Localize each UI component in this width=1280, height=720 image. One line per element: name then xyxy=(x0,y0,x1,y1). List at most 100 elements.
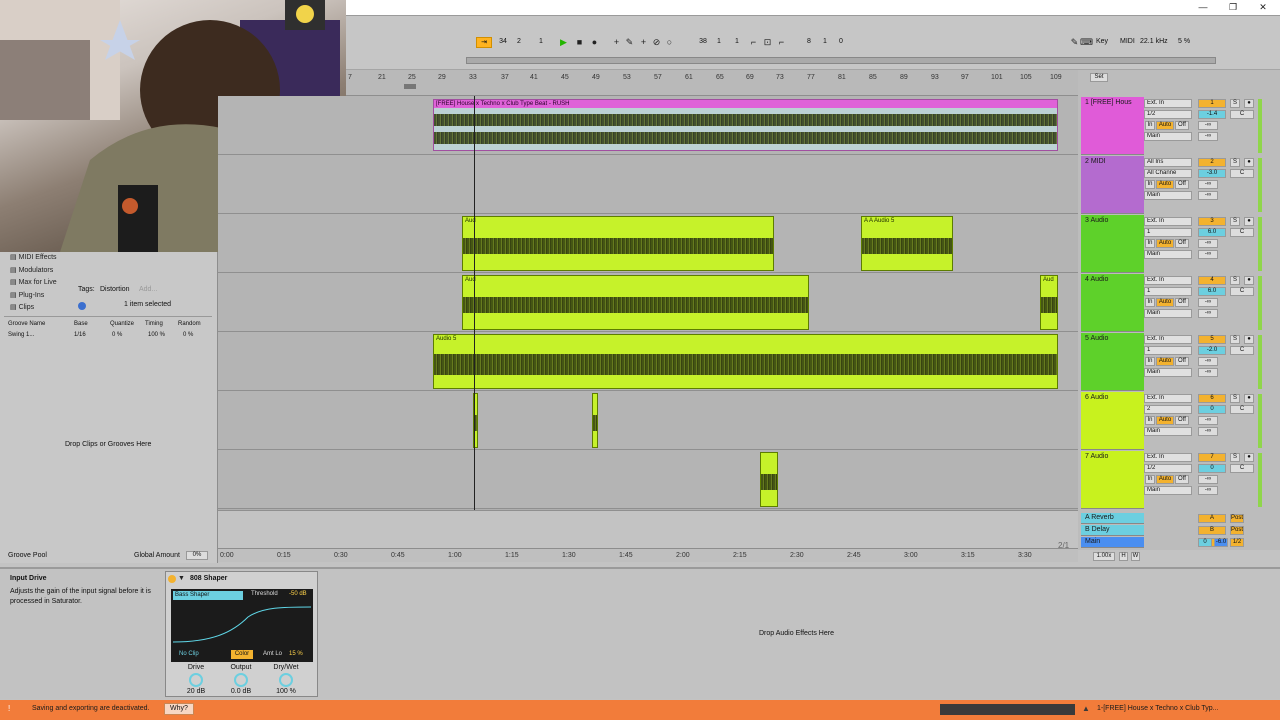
monitor-auto[interactable]: Auto xyxy=(1156,180,1174,189)
send-b-value[interactable]: -∞ xyxy=(1198,309,1218,318)
collapse-icon[interactable]: ▼ xyxy=(178,575,185,582)
monitor-in[interactable]: In xyxy=(1145,121,1155,130)
track-name[interactable]: 1 [FREE] Hous xyxy=(1081,97,1144,106)
post-toggle[interactable]: 1/2 xyxy=(1230,538,1244,547)
track-activator[interactable]: 5 xyxy=(1198,335,1226,344)
amt-value[interactable]: 15 % xyxy=(289,651,303,657)
track-name[interactable]: 4 Audio xyxy=(1081,274,1144,283)
tag-add[interactable]: Add... xyxy=(139,286,157,293)
monitor-off[interactable]: Off xyxy=(1175,416,1189,425)
pan-value[interactable]: C xyxy=(1230,110,1254,119)
input-type-select[interactable]: All Ins xyxy=(1144,158,1192,167)
clip-audio-5[interactable]: Audio 5 xyxy=(433,334,1058,389)
input-type-select[interactable]: Ext. In xyxy=(1144,394,1192,403)
set-button[interactable]: Set xyxy=(1090,73,1108,82)
midi-map-button[interactable]: MIDI xyxy=(1120,38,1135,45)
input-type-select[interactable]: Ext. In xyxy=(1144,217,1192,226)
return-track-2[interactable]: Main xyxy=(1081,537,1144,548)
track-header-4[interactable]: 4 Audio xyxy=(1081,274,1144,332)
track-header-1[interactable]: 1 [FREE] Hous xyxy=(1081,97,1144,155)
output-select[interactable]: Main xyxy=(1144,309,1192,318)
monitor-off[interactable]: Off xyxy=(1175,121,1189,130)
return-name[interactable]: B Delay xyxy=(1081,525,1144,533)
session-record-icon[interactable]: + xyxy=(638,37,649,48)
post-toggle[interactable]: Post xyxy=(1230,526,1244,535)
volume-value[interactable]: 0 xyxy=(1198,464,1226,473)
track-header-2[interactable]: 2 MIDI xyxy=(1081,156,1144,214)
knob-dry-wet[interactable]: Dry/Wet 100 % xyxy=(266,664,306,696)
knob-value[interactable]: 0.0 dB xyxy=(221,688,261,695)
input-channel-select[interactable]: 1 xyxy=(1144,346,1192,355)
computer-keyboard-icon[interactable]: ⌨ xyxy=(1080,37,1093,48)
browser-item-plug-ins[interactable]: ▤ Plug-Ins xyxy=(10,291,44,299)
overview-bar[interactable] xyxy=(466,57,1216,64)
groove-cell[interactable]: 100 % xyxy=(148,332,165,338)
shaper-display[interactable]: Bass Shaper Threshold -50 dB No Clip Col… xyxy=(171,589,313,662)
send-a-value[interactable]: -∞ xyxy=(1198,180,1218,189)
monitor-in[interactable]: In xyxy=(1145,239,1155,248)
send-b-value[interactable]: -∞ xyxy=(1198,191,1218,200)
knob-output[interactable]: Output 0.0 dB xyxy=(221,664,261,696)
monitor-off[interactable]: Off xyxy=(1175,475,1189,484)
clip-audio-3b[interactable]: A A Audio 5 xyxy=(861,216,953,271)
clip-audio-3a[interactable]: Aud xyxy=(462,216,774,271)
pan-value[interactable]: C xyxy=(1230,287,1254,296)
track-name[interactable]: 6 Audio xyxy=(1081,392,1144,401)
position-beat[interactable]: 2 xyxy=(514,37,524,48)
groove-cell[interactable]: 1/16 xyxy=(74,332,86,338)
track-activator[interactable]: 1 xyxy=(1198,99,1226,108)
input-channel-select[interactable]: 2 xyxy=(1144,405,1192,414)
track-activator[interactable]: 4 xyxy=(1198,276,1226,285)
solo-button[interactable]: S xyxy=(1230,335,1240,344)
arm-button[interactable]: ● xyxy=(1244,394,1254,403)
input-type-select[interactable]: Ext. In xyxy=(1144,453,1192,462)
monitor-off[interactable]: Off xyxy=(1175,239,1189,248)
monitor-in[interactable]: In xyxy=(1145,475,1155,484)
output-select[interactable]: Main xyxy=(1144,486,1192,495)
track-lane-1[interactable]: [FREE] House x Techno x Club Type Beat -… xyxy=(218,96,1078,155)
solo-button[interactable]: S xyxy=(1230,217,1240,226)
arrangement-view[interactable]: [FREE] House x Techno x Club Type Beat -… xyxy=(218,96,1078,550)
punch-in-icon[interactable]: ⌐ xyxy=(748,37,759,48)
device-on-icon[interactable] xyxy=(168,575,176,583)
output-select[interactable]: Main xyxy=(1144,427,1192,436)
position-bar[interactable]: 34 xyxy=(496,37,510,48)
minimize-button[interactable]: — xyxy=(1196,1,1210,14)
solo-button[interactable]: S xyxy=(1230,99,1240,108)
play-icon[interactable]: ▶ xyxy=(558,37,569,48)
monitor-auto[interactable]: Auto xyxy=(1156,121,1174,130)
monitor-auto[interactable]: Auto xyxy=(1156,357,1174,366)
loop-start-beat[interactable]: 1 xyxy=(714,37,724,48)
monitor-off[interactable]: Off xyxy=(1175,298,1189,307)
punch-icon[interactable]: ⊘ xyxy=(651,37,662,48)
input-type-select[interactable]: Ext. In xyxy=(1144,99,1192,108)
track-lane-2[interactable] xyxy=(218,155,1078,214)
color-toggle[interactable]: Color xyxy=(231,650,253,659)
clip-audio-4a[interactable]: Aud xyxy=(462,275,809,330)
close-button[interactable]: ✕ xyxy=(1256,1,1270,14)
output-select[interactable]: Main xyxy=(1144,191,1192,200)
arm-button[interactable]: ● xyxy=(1244,99,1254,108)
arm-button[interactable]: ● xyxy=(1244,217,1254,226)
return-track-1[interactable]: B Delay xyxy=(1081,525,1144,536)
post-toggle[interactable]: Post xyxy=(1230,514,1244,523)
groove-cell[interactable]: Swing 1... xyxy=(8,332,34,338)
track-name[interactable]: 5 Audio xyxy=(1081,333,1144,342)
groove-cell[interactable]: 0 % xyxy=(112,332,122,338)
send-b-value[interactable]: -∞ xyxy=(1198,368,1218,377)
send-a-value[interactable]: -∞ xyxy=(1198,298,1218,307)
track-activator[interactable]: 7 xyxy=(1198,453,1226,462)
tag-distortion[interactable]: Distortion xyxy=(100,286,130,293)
send-b-value[interactable]: -∞ xyxy=(1198,427,1218,436)
track-lane-6[interactable] xyxy=(218,391,1078,450)
loop-length-sixteenth[interactable]: 0 xyxy=(836,37,846,48)
follow-button[interactable]: ⇥ xyxy=(476,37,492,48)
monitor-in[interactable]: In xyxy=(1145,180,1155,189)
volume-value[interactable]: -3.0 xyxy=(1198,169,1226,178)
monitor-in[interactable]: In xyxy=(1145,416,1155,425)
input-channel-select[interactable]: 1 xyxy=(1144,228,1192,237)
no-clip-toggle[interactable]: No Clip xyxy=(179,651,199,657)
track-header-5[interactable]: 5 Audio xyxy=(1081,333,1144,391)
loop-start-bar[interactable]: 38 xyxy=(696,37,710,48)
input-channel-select[interactable]: 1/2 xyxy=(1144,110,1192,119)
